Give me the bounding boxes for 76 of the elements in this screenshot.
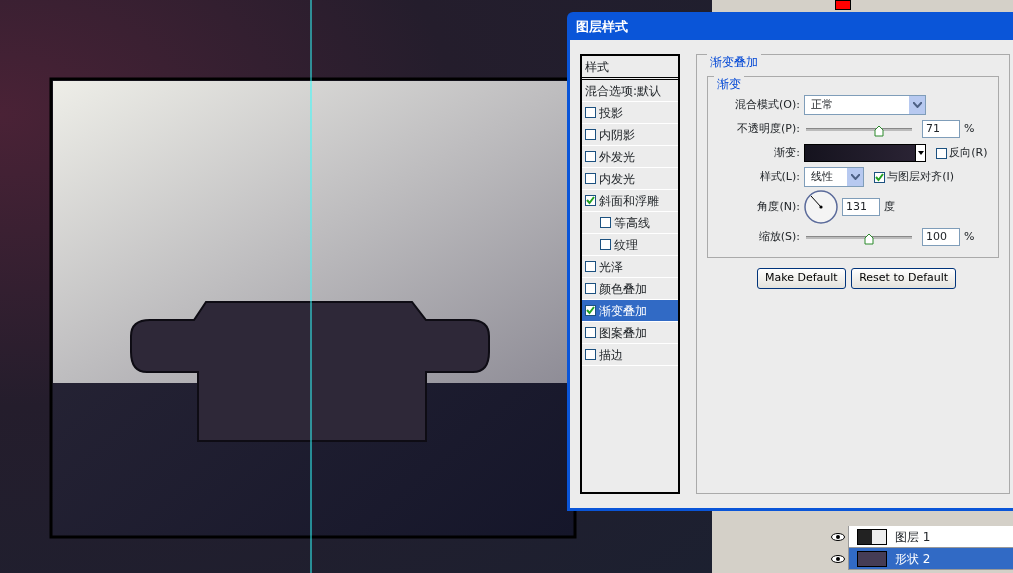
layer-thumbnail bbox=[857, 550, 887, 567]
checkbox[interactable] bbox=[585, 129, 596, 140]
checkbox-label: 反向(R) bbox=[949, 144, 988, 161]
layer-row[interactable]: 形状 2 bbox=[827, 548, 1013, 570]
checkbox[interactable] bbox=[585, 349, 596, 360]
eye-icon[interactable] bbox=[830, 532, 845, 541]
style-label: 等高线 bbox=[614, 214, 650, 232]
checkbox[interactable] bbox=[585, 283, 596, 294]
caret-icon bbox=[917, 151, 924, 155]
dialog-button[interactable]: Make Default bbox=[757, 268, 846, 289]
color-swatch[interactable] bbox=[835, 0, 851, 10]
style-dropdown[interactable]: 线性 bbox=[804, 167, 864, 187]
unit-label: % bbox=[964, 120, 975, 137]
field-label: 混合模式(O): bbox=[734, 96, 800, 113]
style-item[interactable]: 投影 bbox=[582, 102, 678, 124]
field-label: 角度(N): bbox=[756, 198, 800, 215]
style-label: 混合选项:默认 bbox=[585, 82, 662, 100]
field-label: 样式(L): bbox=[758, 168, 800, 185]
checkbox-label: 与图层对齐(I) bbox=[887, 168, 955, 185]
caret-icon bbox=[912, 102, 922, 108]
checkbox[interactable] bbox=[585, 195, 596, 206]
checkbox[interactable] bbox=[873, 171, 885, 183]
group-title: 渐变 bbox=[714, 74, 744, 93]
style-item[interactable]: 斜面和浮雕 bbox=[582, 190, 678, 212]
field-label: 缩放(S): bbox=[757, 228, 800, 245]
caret-icon bbox=[850, 174, 860, 180]
style-item[interactable]: 内阴影 bbox=[582, 124, 678, 146]
checkbox[interactable] bbox=[585, 151, 596, 162]
eye-icon[interactable] bbox=[830, 554, 845, 563]
style-label: 图案叠加 bbox=[599, 324, 647, 342]
unit-label: % bbox=[964, 228, 975, 245]
checkbox[interactable] bbox=[585, 327, 596, 338]
blend-mode-dropdown[interactable]: 正常 bbox=[804, 95, 926, 115]
style-label: 光泽 bbox=[599, 258, 623, 276]
style-item[interactable]: 纹理 bbox=[582, 234, 678, 256]
style-label: 渐变叠加 bbox=[599, 302, 647, 320]
number-field[interactable]: 131 bbox=[842, 198, 880, 216]
style-item[interactable]: 等高线 bbox=[582, 212, 678, 234]
style-label: 描边 bbox=[599, 346, 623, 364]
style-item[interactable]: 混合选项:默认 bbox=[582, 80, 678, 102]
field-label: 不透明度(P): bbox=[736, 120, 800, 137]
checkbox[interactable] bbox=[600, 239, 611, 250]
style-label: 颜色叠加 bbox=[599, 280, 647, 298]
checkbox[interactable] bbox=[935, 147, 947, 159]
style-label: 投影 bbox=[599, 104, 623, 122]
dialog-button[interactable]: Reset to Default bbox=[851, 268, 957, 289]
angle-dial[interactable] bbox=[804, 190, 838, 224]
slider-thumb[interactable] bbox=[863, 231, 874, 242]
layer-name: 图层 1 bbox=[895, 528, 931, 546]
unit-label: 度 bbox=[884, 198, 895, 215]
checkbox[interactable] bbox=[600, 217, 611, 228]
style-item[interactable]: 描边 bbox=[582, 344, 678, 366]
gradient-picker[interactable] bbox=[804, 144, 926, 162]
style-label: 内阴影 bbox=[599, 126, 635, 144]
checkbox[interactable] bbox=[585, 173, 596, 184]
checkbox[interactable] bbox=[585, 305, 596, 316]
style-item[interactable]: 内发光 bbox=[582, 168, 678, 190]
style-label: 外发光 bbox=[599, 148, 635, 166]
slider-thumb[interactable] bbox=[874, 123, 885, 134]
style-item[interactable]: 光泽 bbox=[582, 256, 678, 278]
window-title: 图层样式 bbox=[575, 18, 629, 36]
section-title: 渐变叠加 bbox=[707, 53, 761, 71]
layer-thumbnail bbox=[857, 528, 887, 545]
style-item[interactable]: 渐变叠加 bbox=[582, 300, 678, 322]
checkbox[interactable] bbox=[585, 261, 596, 272]
style-item[interactable]: 外发光 bbox=[582, 146, 678, 168]
field-label: 渐变: bbox=[773, 144, 800, 161]
layer-name: 形状 2 bbox=[895, 550, 931, 568]
number-field[interactable]: 71 bbox=[922, 120, 960, 138]
style-label: 纹理 bbox=[614, 236, 638, 254]
number-field[interactable]: 100 bbox=[922, 228, 960, 246]
checkbox[interactable] bbox=[585, 107, 596, 118]
list-header: 样式 bbox=[582, 56, 678, 80]
style-item[interactable]: 图案叠加 bbox=[582, 322, 678, 344]
style-label: 斜面和浮雕 bbox=[599, 192, 659, 210]
style-label: 内发光 bbox=[599, 170, 635, 188]
